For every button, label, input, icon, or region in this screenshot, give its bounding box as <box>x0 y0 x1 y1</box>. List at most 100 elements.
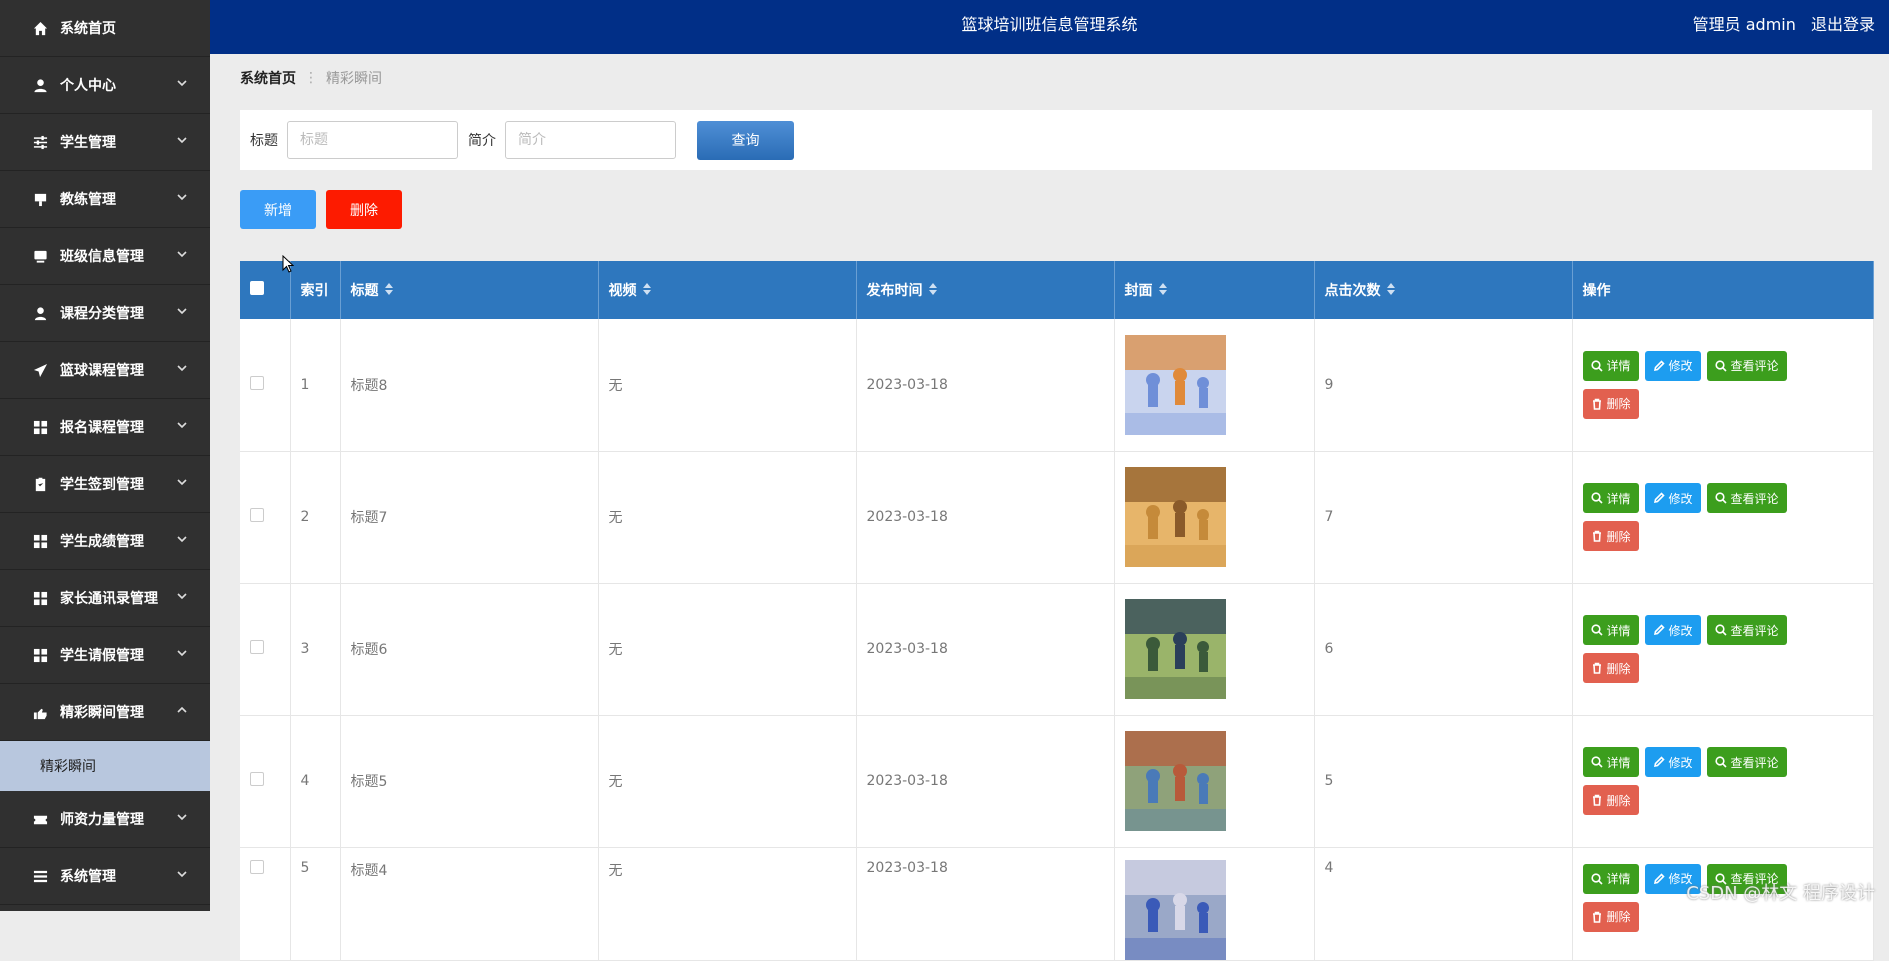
table-row: 2 标题7 无 2023-03-18 7 详情 修改 查看评论 删除 <box>240 451 1873 583</box>
row-checkbox[interactable] <box>250 860 264 874</box>
chevron-down-icon <box>176 77 188 89</box>
column-header-video[interactable]: 视频 <box>598 261 856 319</box>
grid-icon <box>32 647 48 663</box>
sidebar-item-grades[interactable]: 学生成绩管理 <box>0 513 210 570</box>
row-checkbox[interactable] <box>250 640 264 654</box>
sidebar-item-system[interactable]: 系统管理 <box>0 848 210 905</box>
sidebar-item-label: 学生管理 <box>60 132 116 152</box>
column-header-clicks[interactable]: 点击次数 <box>1314 261 1572 319</box>
cell-video: 无 <box>598 715 856 847</box>
add-button[interactable]: 新增 <box>240 190 316 229</box>
query-button[interactable]: 查询 <box>697 121 794 160</box>
cover-image[interactable] <box>1125 335 1226 435</box>
detail-button[interactable]: 详情 <box>1583 615 1639 645</box>
search-icon <box>1715 756 1727 768</box>
sidebar-item-students[interactable]: 学生管理 <box>0 114 210 171</box>
table-row: 1 标题8 无 2023-03-18 9 详情 修改 查看评论 删除 <box>240 319 1873 451</box>
sidebar-item-label: 教练管理 <box>60 189 116 209</box>
sliders-icon <box>32 134 48 150</box>
view-comments-button[interactable]: 查看评论 <box>1707 483 1787 513</box>
search-icon <box>1591 756 1603 768</box>
cell-date: 2023-03-18 <box>856 847 1114 960</box>
sidebar-item-leave[interactable]: 学生请假管理 <box>0 627 210 684</box>
sidebar-item-checkin[interactable]: 学生签到管理 <box>0 456 210 513</box>
cell-index: 3 <box>290 583 340 715</box>
delete-button[interactable]: 删除 <box>1583 785 1639 815</box>
column-header-title[interactable]: 标题 <box>340 261 598 319</box>
sidebar-item-label: 精彩瞬间管理 <box>60 702 144 722</box>
cover-image[interactable] <box>1125 731 1226 831</box>
sort-icon[interactable] <box>643 283 651 299</box>
search-panel: 标题 简介 查询 <box>240 110 1872 170</box>
sidebar-item-coaches[interactable]: 教练管理 <box>0 171 210 228</box>
delete-button[interactable]: 删除 <box>1583 902 1639 932</box>
sidebar-subitem-highlights[interactable]: 精彩瞬间 <box>0 741 210 791</box>
sidebar-item-home[interactable]: 系统首页 <box>0 0 210 57</box>
sidebar-item-classes[interactable]: 班级信息管理 <box>0 228 210 285</box>
batch-delete-button[interactable]: 删除 <box>326 190 402 229</box>
chevron-down-icon <box>176 590 188 602</box>
table-header-row: 索引 标题 视频 发布时间 封面 点击次数 操作 <box>240 261 1873 319</box>
row-checkbox[interactable] <box>250 508 264 522</box>
column-header-cover[interactable]: 封面 <box>1114 261 1314 319</box>
sidebar-item-label: 学生请假管理 <box>60 645 144 665</box>
cover-image[interactable] <box>1125 599 1226 699</box>
grid-icon <box>32 590 48 606</box>
breadcrumb-current: 精彩瞬间 <box>326 68 382 88</box>
chevron-down-icon <box>176 811 188 823</box>
trash-icon <box>1591 662 1603 674</box>
sidebar-item-personal[interactable]: 个人中心 <box>0 57 210 114</box>
sort-icon[interactable] <box>929 283 937 299</box>
cell-index: 1 <box>290 319 340 451</box>
pencil-icon <box>1653 360 1665 372</box>
sidebar-item-label: 师资力量管理 <box>60 809 144 829</box>
title-search-input[interactable] <box>287 121 458 159</box>
cover-image[interactable] <box>1125 467 1226 567</box>
column-header-date[interactable]: 发布时间 <box>856 261 1114 319</box>
row-checkbox[interactable] <box>250 772 264 786</box>
delete-button[interactable]: 删除 <box>1583 389 1639 419</box>
sort-icon[interactable] <box>1159 283 1167 299</box>
edit-button[interactable]: 修改 <box>1645 351 1701 381</box>
detail-button[interactable]: 详情 <box>1583 351 1639 381</box>
row-checkbox[interactable] <box>250 376 264 390</box>
sort-icon[interactable] <box>385 283 393 299</box>
view-comments-button[interactable]: 查看评论 <box>1707 747 1787 777</box>
chevron-up-icon <box>176 704 188 716</box>
app-title: 篮球培训班信息管理系统 <box>210 0 1889 54</box>
sort-icon[interactable] <box>1387 283 1395 299</box>
home-icon <box>32 20 48 36</box>
view-comments-button[interactable]: 查看评论 <box>1707 615 1787 645</box>
edit-button[interactable]: 修改 <box>1645 483 1701 513</box>
sidebar-item-label: 班级信息管理 <box>60 246 144 266</box>
edit-button[interactable]: 修改 <box>1645 747 1701 777</box>
sidebar-item-basketball-courses[interactable]: 篮球课程管理 <box>0 342 210 399</box>
sidebar-item-course-category[interactable]: 课程分类管理 <box>0 285 210 342</box>
title-label: 标题 <box>250 130 278 150</box>
view-comments-button[interactable]: 查看评论 <box>1707 351 1787 381</box>
chevron-down-icon <box>176 248 188 260</box>
sidebar-item-highlights[interactable]: 精彩瞬间管理 <box>0 684 210 741</box>
delete-button[interactable]: 删除 <box>1583 521 1639 551</box>
edit-button[interactable]: 修改 <box>1645 615 1701 645</box>
breadcrumb-home[interactable]: 系统首页 <box>240 68 296 88</box>
cell-index: 5 <box>290 847 340 960</box>
cell-date: 2023-03-18 <box>856 451 1114 583</box>
sidebar-item-enrollment[interactable]: 报名课程管理 <box>0 399 210 456</box>
send-icon <box>32 362 48 378</box>
detail-button[interactable]: 详情 <box>1583 747 1639 777</box>
cell-cover <box>1114 715 1314 847</box>
search-icon <box>1591 624 1603 636</box>
sidebar-item-parent-contacts[interactable]: 家长通讯录管理 <box>0 570 210 627</box>
detail-button[interactable]: 详情 <box>1583 864 1639 894</box>
intro-search-input[interactable] <box>505 121 676 159</box>
logout-link[interactable]: 退出登录 <box>1811 15 1875 34</box>
sidebar-item-faculty[interactable]: 师资力量管理 <box>0 791 210 848</box>
cell-cover <box>1114 451 1314 583</box>
cover-image[interactable] <box>1125 860 1226 960</box>
watermark: CSDN @林文 程序设计 <box>1686 879 1875 905</box>
cell-title: 标题4 <box>340 847 598 960</box>
detail-button[interactable]: 详情 <box>1583 483 1639 513</box>
select-all-checkbox[interactable] <box>250 281 264 295</box>
delete-button[interactable]: 删除 <box>1583 653 1639 683</box>
